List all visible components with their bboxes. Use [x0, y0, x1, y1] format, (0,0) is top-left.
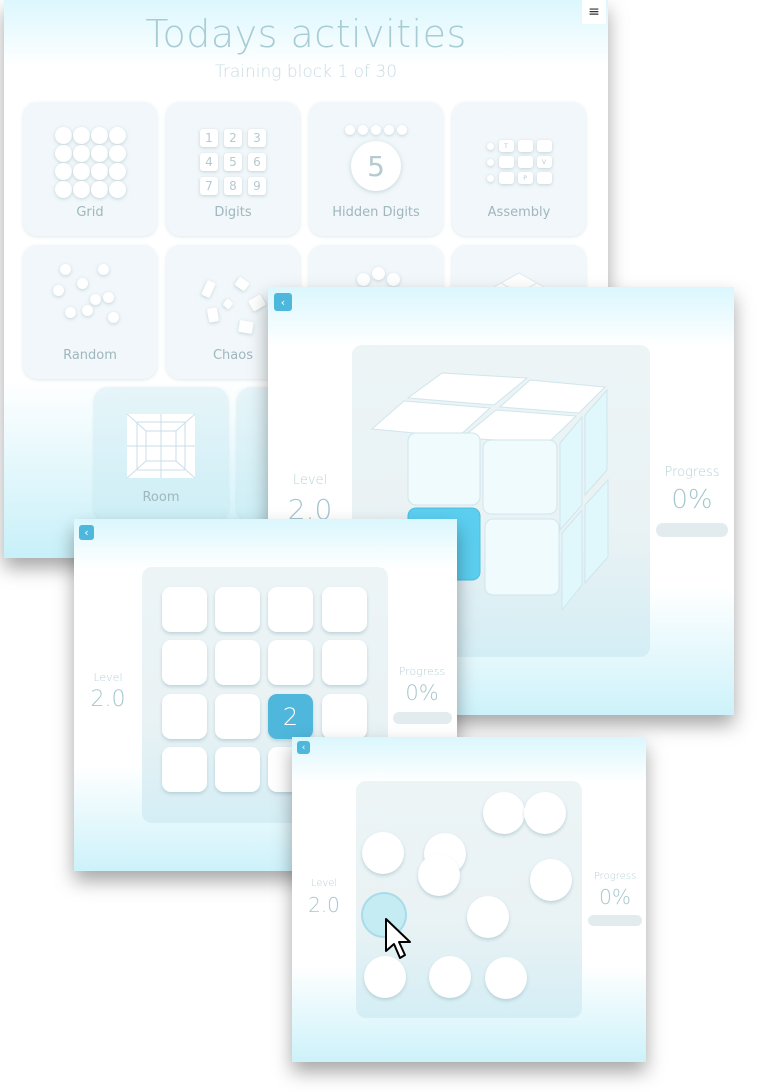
grid-cell[interactable]: [162, 587, 207, 632]
grid-cell[interactable]: [268, 587, 313, 632]
grid-cell[interactable]: [215, 747, 260, 792]
activity-tile-digits[interactable]: 123 456 789 Digits: [166, 102, 300, 236]
activity-tile-hidden-digits[interactable]: 5 Hidden Digits: [309, 102, 443, 236]
chevron-left-icon: ‹: [84, 526, 89, 539]
tile-label: Assembly: [487, 205, 551, 220]
target-circle[interactable]: [364, 956, 406, 998]
number-keypad-icon: 123 456 789: [166, 122, 300, 202]
grid-cell[interactable]: [268, 640, 313, 685]
cube-side-tile: [584, 478, 609, 585]
cube-side-tile: [584, 388, 608, 497]
mouse-cursor-icon: [385, 918, 411, 959]
tile-label: Room: [142, 490, 180, 505]
menu-button[interactable]: ≡: [582, 0, 606, 24]
progress-label: Progress: [664, 465, 720, 480]
grid-cell[interactable]: [322, 694, 367, 739]
chevron-left-icon: ‹: [301, 742, 306, 753]
cube-front-tile: [482, 439, 558, 515]
level-label: Level: [310, 878, 338, 889]
progress-bar: [393, 712, 452, 724]
tile-label: Grid: [76, 205, 104, 220]
progress-label: Progress: [593, 871, 637, 882]
target-circle[interactable]: [483, 792, 525, 834]
level-value: 2.0: [308, 893, 340, 917]
target-circle[interactable]: [467, 896, 509, 938]
progress-value: 0%: [671, 485, 713, 515]
page-title: Todays activities: [145, 12, 467, 56]
hamburger-menu-icon: ≡: [588, 4, 600, 20]
cube-front-tile: [407, 432, 481, 506]
level-label: Level: [292, 473, 328, 488]
progress-label: Progress: [398, 665, 446, 678]
target-circle[interactable]: [530, 859, 572, 901]
progress-bar: [588, 915, 642, 926]
assembly-icon: T V P: [452, 122, 586, 202]
target-circle[interactable]: [362, 832, 404, 874]
target-circle[interactable]: [418, 854, 460, 896]
grid-cell[interactable]: [215, 694, 260, 739]
target-circle[interactable]: [485, 957, 527, 999]
activity-tile-room[interactable]: Room: [94, 387, 228, 521]
progress-value: 0%: [599, 885, 631, 909]
tile-label: Hidden Digits: [332, 205, 420, 220]
target-circle[interactable]: [429, 956, 471, 998]
page-subtitle: Training block 1 of 30: [214, 62, 398, 82]
grid-cell[interactable]: [322, 587, 367, 632]
progress-value: 0%: [405, 681, 439, 705]
level-value: 2.0: [90, 687, 126, 712]
back-button[interactable]: ‹: [79, 525, 94, 540]
grid-cell[interactable]: [162, 747, 207, 792]
chevron-left-icon: ‹: [280, 295, 286, 309]
tile-label: Digits: [214, 205, 252, 220]
room-grid-icon: [126, 413, 196, 479]
progress-bar: [656, 523, 728, 537]
level-label: Level: [93, 671, 123, 684]
activity-tile-grid[interactable]: Grid: [23, 102, 157, 236]
tile-label: Random: [63, 348, 117, 363]
back-button[interactable]: ‹: [274, 293, 292, 311]
cube-front-tile: [484, 518, 560, 596]
hidden-digit-icon: 5: [309, 118, 443, 198]
game-board: [356, 781, 582, 1018]
grid-cell[interactable]: [322, 640, 367, 685]
dot-grid-icon: [23, 122, 157, 202]
activity-tile-random[interactable]: Random: [23, 245, 157, 379]
back-button[interactable]: ‹: [297, 741, 310, 754]
grid-cell[interactable]: [215, 640, 260, 685]
grid-cell[interactable]: [162, 694, 207, 739]
random-game-panel: ‹ Level 2.0 Progress 0%: [292, 737, 646, 1062]
grid-cell-active[interactable]: 2: [268, 694, 313, 739]
activity-tile-assembly[interactable]: T V P Assembly: [452, 102, 586, 236]
grid-cell[interactable]: [215, 587, 260, 632]
grid-cell[interactable]: [162, 640, 207, 685]
target-circle[interactable]: [524, 792, 566, 834]
